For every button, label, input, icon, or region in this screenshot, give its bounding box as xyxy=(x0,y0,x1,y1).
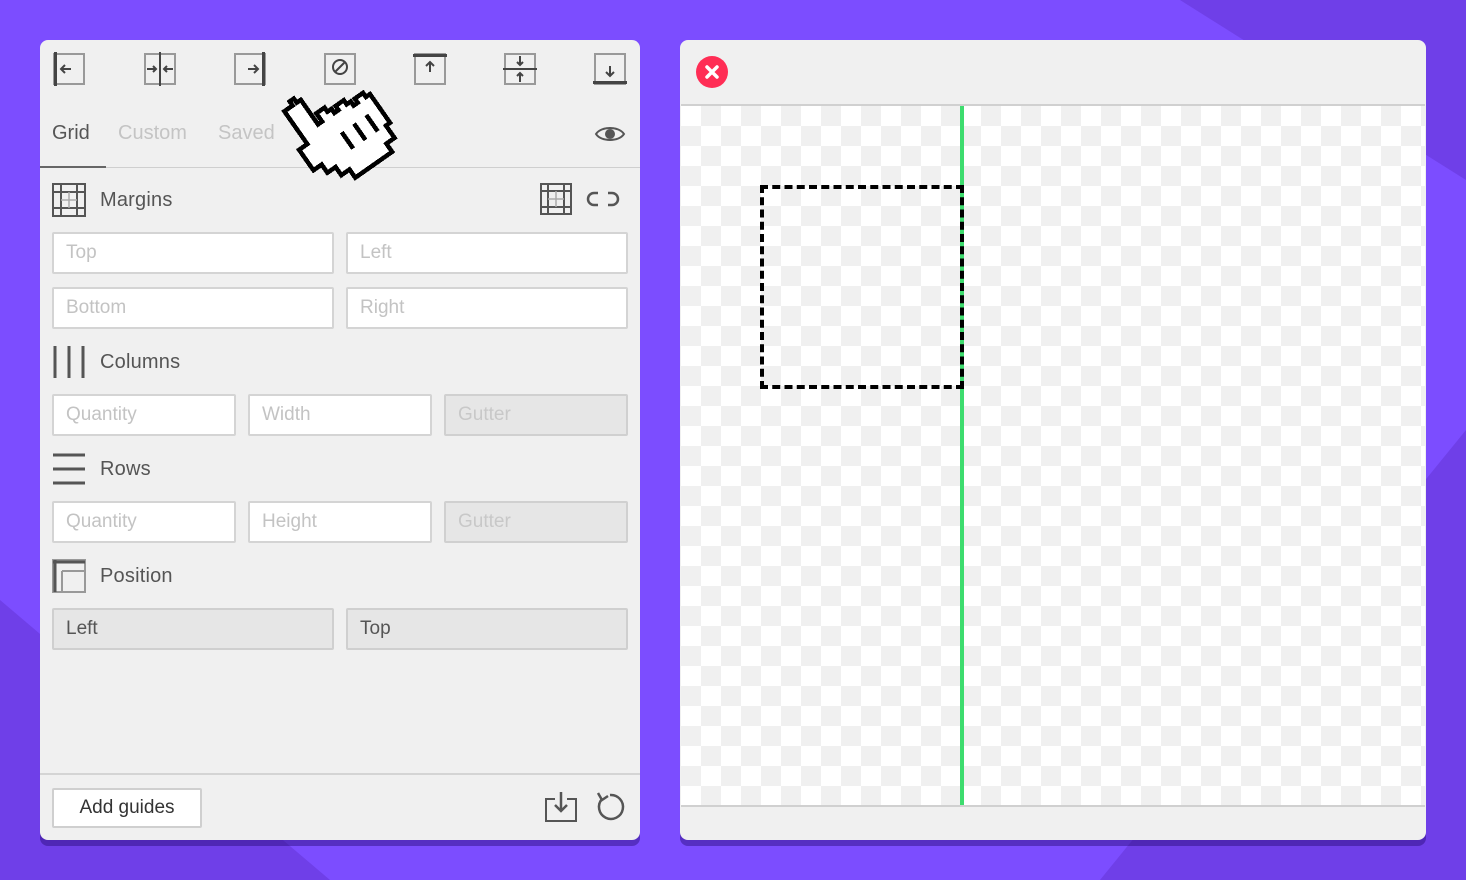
tab-grid[interactable]: Grid xyxy=(52,122,90,145)
position-icon xyxy=(52,559,86,593)
position-title: Position xyxy=(100,564,173,587)
margin-top-input[interactable]: Top xyxy=(52,232,334,274)
add-guides-button[interactable]: Add guides xyxy=(52,788,202,828)
position-section-header: Position xyxy=(52,559,173,593)
link-icon[interactable] xyxy=(586,189,620,209)
transparent-canvas[interactable] xyxy=(681,104,1425,807)
reset-icon[interactable] xyxy=(594,791,626,823)
position-top-select[interactable]: Top xyxy=(346,608,628,650)
columns-width-input[interactable]: Width xyxy=(248,394,432,436)
close-button[interactable] xyxy=(696,56,728,88)
columns-title: Columns xyxy=(100,350,181,373)
margin-right-input[interactable]: Right xyxy=(346,287,628,329)
align-bottom-icon[interactable] xyxy=(593,52,627,86)
active-tab-indicator xyxy=(40,166,106,168)
eye-icon[interactable] xyxy=(594,122,626,146)
position-left-select[interactable]: Left xyxy=(52,608,334,650)
panel-footer: Add guides xyxy=(40,773,640,840)
rows-title: Rows xyxy=(100,457,151,480)
columns-gutter-input[interactable]: Gutter xyxy=(444,394,628,436)
align-center-vertical-icon[interactable] xyxy=(503,52,537,86)
columns-icon xyxy=(53,346,85,378)
close-icon xyxy=(705,65,719,79)
align-left-icon[interactable] xyxy=(52,52,86,86)
selection-marquee[interactable] xyxy=(760,185,964,389)
clear-guides-icon[interactable] xyxy=(323,52,357,86)
margins-title: Margins xyxy=(100,188,173,211)
align-right-icon[interactable] xyxy=(233,52,267,86)
alignment-toolbar xyxy=(40,40,640,102)
margins-grid-icon xyxy=(52,183,86,217)
rows-icon xyxy=(53,453,85,485)
margin-bottom-input[interactable]: Bottom xyxy=(52,287,334,329)
columns-section-header: Columns xyxy=(52,345,180,379)
grid-guides-panel: Grid Custom Saved Margins Top Left Botto… xyxy=(40,40,640,840)
columns-quantity-input[interactable]: Quantity xyxy=(52,394,236,436)
align-center-horizontal-icon[interactable] xyxy=(143,52,177,86)
rows-quantity-input[interactable]: Quantity xyxy=(52,501,236,543)
rows-gutter-input[interactable]: Gutter xyxy=(444,501,628,543)
save-download-icon[interactable] xyxy=(544,791,578,823)
margin-left-input[interactable]: Left xyxy=(346,232,628,274)
align-top-icon[interactable] xyxy=(413,52,447,86)
tab-bar: Grid Custom Saved xyxy=(40,102,640,168)
rows-section-header: Rows xyxy=(52,452,151,486)
tab-saved[interactable]: Saved xyxy=(218,122,275,145)
tab-custom[interactable]: Custom xyxy=(118,122,187,145)
rows-height-input[interactable]: Height xyxy=(248,501,432,543)
uniform-margins-grid-icon[interactable] xyxy=(540,183,572,215)
preview-window xyxy=(680,40,1426,840)
